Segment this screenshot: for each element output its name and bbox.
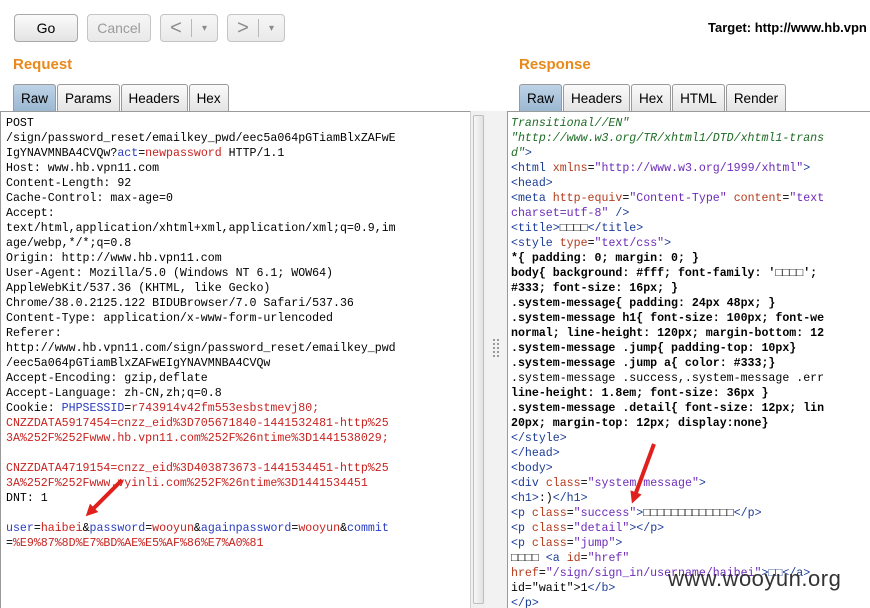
tab-raw[interactable]: Raw — [13, 84, 57, 111]
tab-render[interactable]: Render — [725, 84, 787, 111]
back-arrow-icon: < — [170, 17, 182, 39]
chevron-down-icon[interactable]: ▾ — [192, 23, 217, 34]
split-divider[interactable] — [486, 111, 507, 608]
target-label: Target: http://www.hb.vpn — [708, 20, 867, 35]
forward-arrow-icon: > — [237, 17, 249, 39]
tab-hex[interactable]: Hex — [188, 84, 229, 111]
back-button[interactable]: < ▾ — [160, 14, 218, 42]
watermark: www.wooyun.org — [668, 566, 842, 591]
tab-params[interactable]: Params — [57, 84, 120, 111]
request-tabs: Raw Params Headers Hex — [13, 84, 230, 111]
request-title: Request — [13, 56, 73, 73]
request-scrollbar[interactable] — [470, 111, 486, 608]
chevron-down-icon[interactable]: ▾ — [259, 23, 284, 34]
request-text[interactable]: POST /sign/password_reset/emailkey_pwd/e… — [1, 112, 470, 551]
tab-hex[interactable]: Hex — [631, 84, 672, 111]
tab-headers[interactable]: Headers — [120, 84, 188, 111]
go-button[interactable]: Go — [14, 14, 78, 42]
response-title: Response — [519, 56, 591, 73]
scrollbar-thumb[interactable] — [473, 115, 484, 604]
forward-button[interactable]: > ▾ — [227, 14, 285, 42]
tab-html[interactable]: HTML — [672, 84, 725, 111]
cancel-button[interactable]: Cancel — [87, 14, 151, 42]
response-editor[interactable]: Transitional//EN" "http://www.w3.org/TR/… — [507, 111, 870, 608]
request-editor[interactable]: POST /sign/password_reset/emailkey_pwd/e… — [0, 111, 470, 608]
response-text[interactable]: Transitional//EN" "http://www.w3.org/TR/… — [508, 112, 870, 608]
tab-headers[interactable]: Headers — [563, 84, 631, 111]
drag-handle-icon[interactable] — [493, 339, 499, 357]
response-tabs: Raw Headers Hex HTML Render — [519, 84, 787, 111]
tab-raw[interactable]: Raw — [519, 84, 563, 111]
